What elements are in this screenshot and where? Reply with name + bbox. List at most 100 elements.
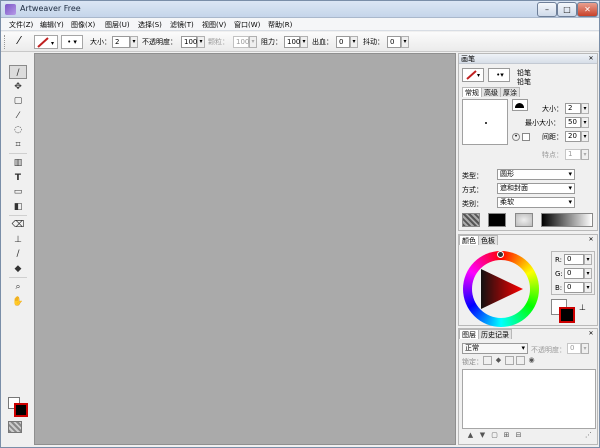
panel-close-icon[interactable]: ✕ <box>587 236 595 244</box>
jitter-dropdown-arrow[interactable]: ▾ <box>401 36 409 48</box>
zoom-tool-icon[interactable]: ⌕ <box>9 280 27 294</box>
color-panel: 颜色 色板 ✕ R: 0 ▾ G: 0 ▾ B: 0 ▾ ⊥ <box>458 234 598 327</box>
menu-file[interactable]: 文件(Z) <box>9 20 33 30</box>
lasso-tool-icon[interactable]: ◌ <box>9 123 27 137</box>
r-input[interactable]: 0 <box>564 254 584 265</box>
brush-preset-picker[interactable]: ▾ <box>34 35 58 49</box>
dab-preview-swatch[interactable] <box>488 213 506 227</box>
tab-swatches[interactable]: 色板 <box>478 235 498 245</box>
g-input[interactable]: 0 <box>564 268 584 279</box>
blend-mode-dropdown[interactable]: 正常 <box>462 343 528 354</box>
size-input[interactable]: 2 <box>112 36 130 48</box>
menu-filter[interactable]: 滤镜(T) <box>170 20 194 30</box>
spacing-checkbox[interactable] <box>522 133 530 141</box>
window-title: Artweaver Free <box>20 4 81 13</box>
spacing-input[interactable]: 20 <box>565 131 581 142</box>
jitter-input[interactable]: 0 <box>387 36 401 48</box>
menu-select[interactable]: 选择(S) <box>138 20 162 30</box>
spacing-arrow[interactable]: ▾ <box>581 131 589 142</box>
delete-layer-icon[interactable]: ⊟ <box>514 431 523 440</box>
g-arrow[interactable]: ▾ <box>584 268 592 279</box>
lock-paint-icon[interactable]: ◆ <box>494 356 503 365</box>
move-up-icon[interactable]: ▲ <box>466 431 475 440</box>
menu-edit[interactable]: 编辑(Y) <box>40 20 64 30</box>
gradient-tool-icon[interactable]: ◧ <box>9 200 27 214</box>
brush-variant-button[interactable]: •▾ <box>488 68 510 82</box>
r-arrow[interactable]: ▾ <box>584 254 592 265</box>
resist-dropdown-arrow[interactable]: ▾ <box>300 36 308 48</box>
size-label: 大小： <box>90 38 111 46</box>
menu-image[interactable]: 图像(X) <box>71 20 95 30</box>
min-size-input[interactable]: 50 <box>565 117 581 128</box>
rect-select-tool-icon[interactable]: ▢ <box>9 94 27 108</box>
new-group-icon[interactable]: ▢ <box>490 431 499 440</box>
saturation-triangle[interactable] <box>477 265 525 313</box>
clone-tool-icon[interactable]: ⊥ <box>9 233 27 247</box>
eraser-tool-icon[interactable]: ⌫ <box>9 218 27 232</box>
pressure-toggle-icon[interactable]: • <box>512 133 520 141</box>
b-input[interactable]: 0 <box>564 282 584 293</box>
lock-all-icon[interactable] <box>516 356 525 365</box>
menu-layer[interactable]: 图层(U) <box>105 20 130 30</box>
resist-input[interactable]: 100 <box>284 36 300 48</box>
opacity-dropdown-arrow[interactable]: ▾ <box>197 36 205 48</box>
brush-size-input[interactable]: 2 <box>565 103 581 114</box>
opacity-input[interactable]: 100 <box>181 36 197 48</box>
text-tool-icon[interactable]: T <box>9 171 27 185</box>
pencil-tool-preset-icon[interactable]: ⁄ <box>10 35 28 49</box>
lock-position-icon[interactable] <box>505 356 514 365</box>
canvas-workspace[interactable] <box>34 53 456 445</box>
paper-texture-swatch[interactable] <box>8 421 22 433</box>
hand-tool-icon[interactable]: ✋ <box>9 295 27 309</box>
grain-texture-swatch[interactable] <box>462 213 480 227</box>
size-dropdown-arrow[interactable]: ▾ <box>130 36 138 48</box>
maximize-button[interactable]: □ <box>557 2 577 17</box>
paint-bucket-tool-icon[interactable]: ◆ <box>9 262 27 276</box>
crop-tool-icon[interactable]: ⌗ <box>9 138 27 152</box>
tab-layers[interactable]: 图层 <box>459 329 479 339</box>
eyedropper-tool-icon[interactable]: ∕ <box>9 247 27 261</box>
panel-close-icon[interactable]: ✕ <box>587 330 595 338</box>
layer-mask-icon[interactable]: ◉ <box>527 356 536 365</box>
brush-shape-dropdown[interactable] <box>512 99 528 111</box>
menu-view[interactable]: 视图(V) <box>202 20 226 30</box>
foreground-color-swatch[interactable] <box>14 403 28 417</box>
shape-tool-icon[interactable]: ▭ <box>9 185 27 199</box>
method-dropdown[interactable]: 遮和封面 <box>497 183 575 194</box>
noise-preview-swatch[interactable] <box>515 213 533 227</box>
magic-wand-tool-icon[interactable]: ⁄ <box>9 109 27 123</box>
close-button[interactable]: ✕ <box>577 2 598 17</box>
stamp-tool-icon[interactable]: ▥ <box>9 156 27 170</box>
feature-label: 特点： <box>542 151 563 159</box>
move-down-icon[interactable]: ▼ <box>478 431 487 440</box>
lock-transparency-icon[interactable] <box>483 356 492 365</box>
min-size-arrow[interactable]: ▾ <box>581 117 589 128</box>
panel-foreground-swatch[interactable] <box>559 307 575 323</box>
panel-close-icon[interactable]: ✕ <box>587 55 595 63</box>
tab-color[interactable]: 颜色 <box>459 235 479 245</box>
bleed-input[interactable]: 0 <box>336 36 350 48</box>
stamp-icon[interactable]: ⊥ <box>579 303 586 312</box>
tab-general[interactable]: 常规 <box>462 87 482 97</box>
class-dropdown[interactable]: 柔软 <box>497 197 575 208</box>
bleed-dropdown-arrow[interactable]: ▾ <box>350 36 358 48</box>
new-layer-icon[interactable]: ⊞ <box>502 431 511 440</box>
pencil-tool-icon[interactable]: ∕ <box>9 65 27 79</box>
menu-window[interactable]: 窗口(W) <box>234 20 260 30</box>
layer-list[interactable] <box>462 369 596 429</box>
gradient-preview-swatch[interactable] <box>541 213 593 227</box>
minimize-button[interactable]: – <box>537 2 557 17</box>
tab-impasto[interactable]: 厚涂 <box>500 87 520 97</box>
brush-category-button[interactable]: ▾ <box>462 68 484 82</box>
tab-advanced[interactable]: 高级 <box>481 87 501 97</box>
menu-help[interactable]: 帮助(R) <box>268 20 292 30</box>
hue-handle-icon[interactable] <box>497 251 504 258</box>
type-dropdown[interactable]: 圆形 <box>497 169 575 180</box>
brush-shape-picker[interactable]: • ▾ <box>61 35 83 49</box>
brush-size-arrow[interactable]: ▾ <box>581 103 589 114</box>
hue-wheel[interactable] <box>463 251 539 327</box>
b-arrow[interactable]: ▾ <box>584 282 592 293</box>
feature-arrow: ▾ <box>581 149 589 160</box>
move-tool-icon[interactable]: ✥ <box>9 80 27 94</box>
tab-history[interactable]: 历史记录 <box>478 329 512 339</box>
